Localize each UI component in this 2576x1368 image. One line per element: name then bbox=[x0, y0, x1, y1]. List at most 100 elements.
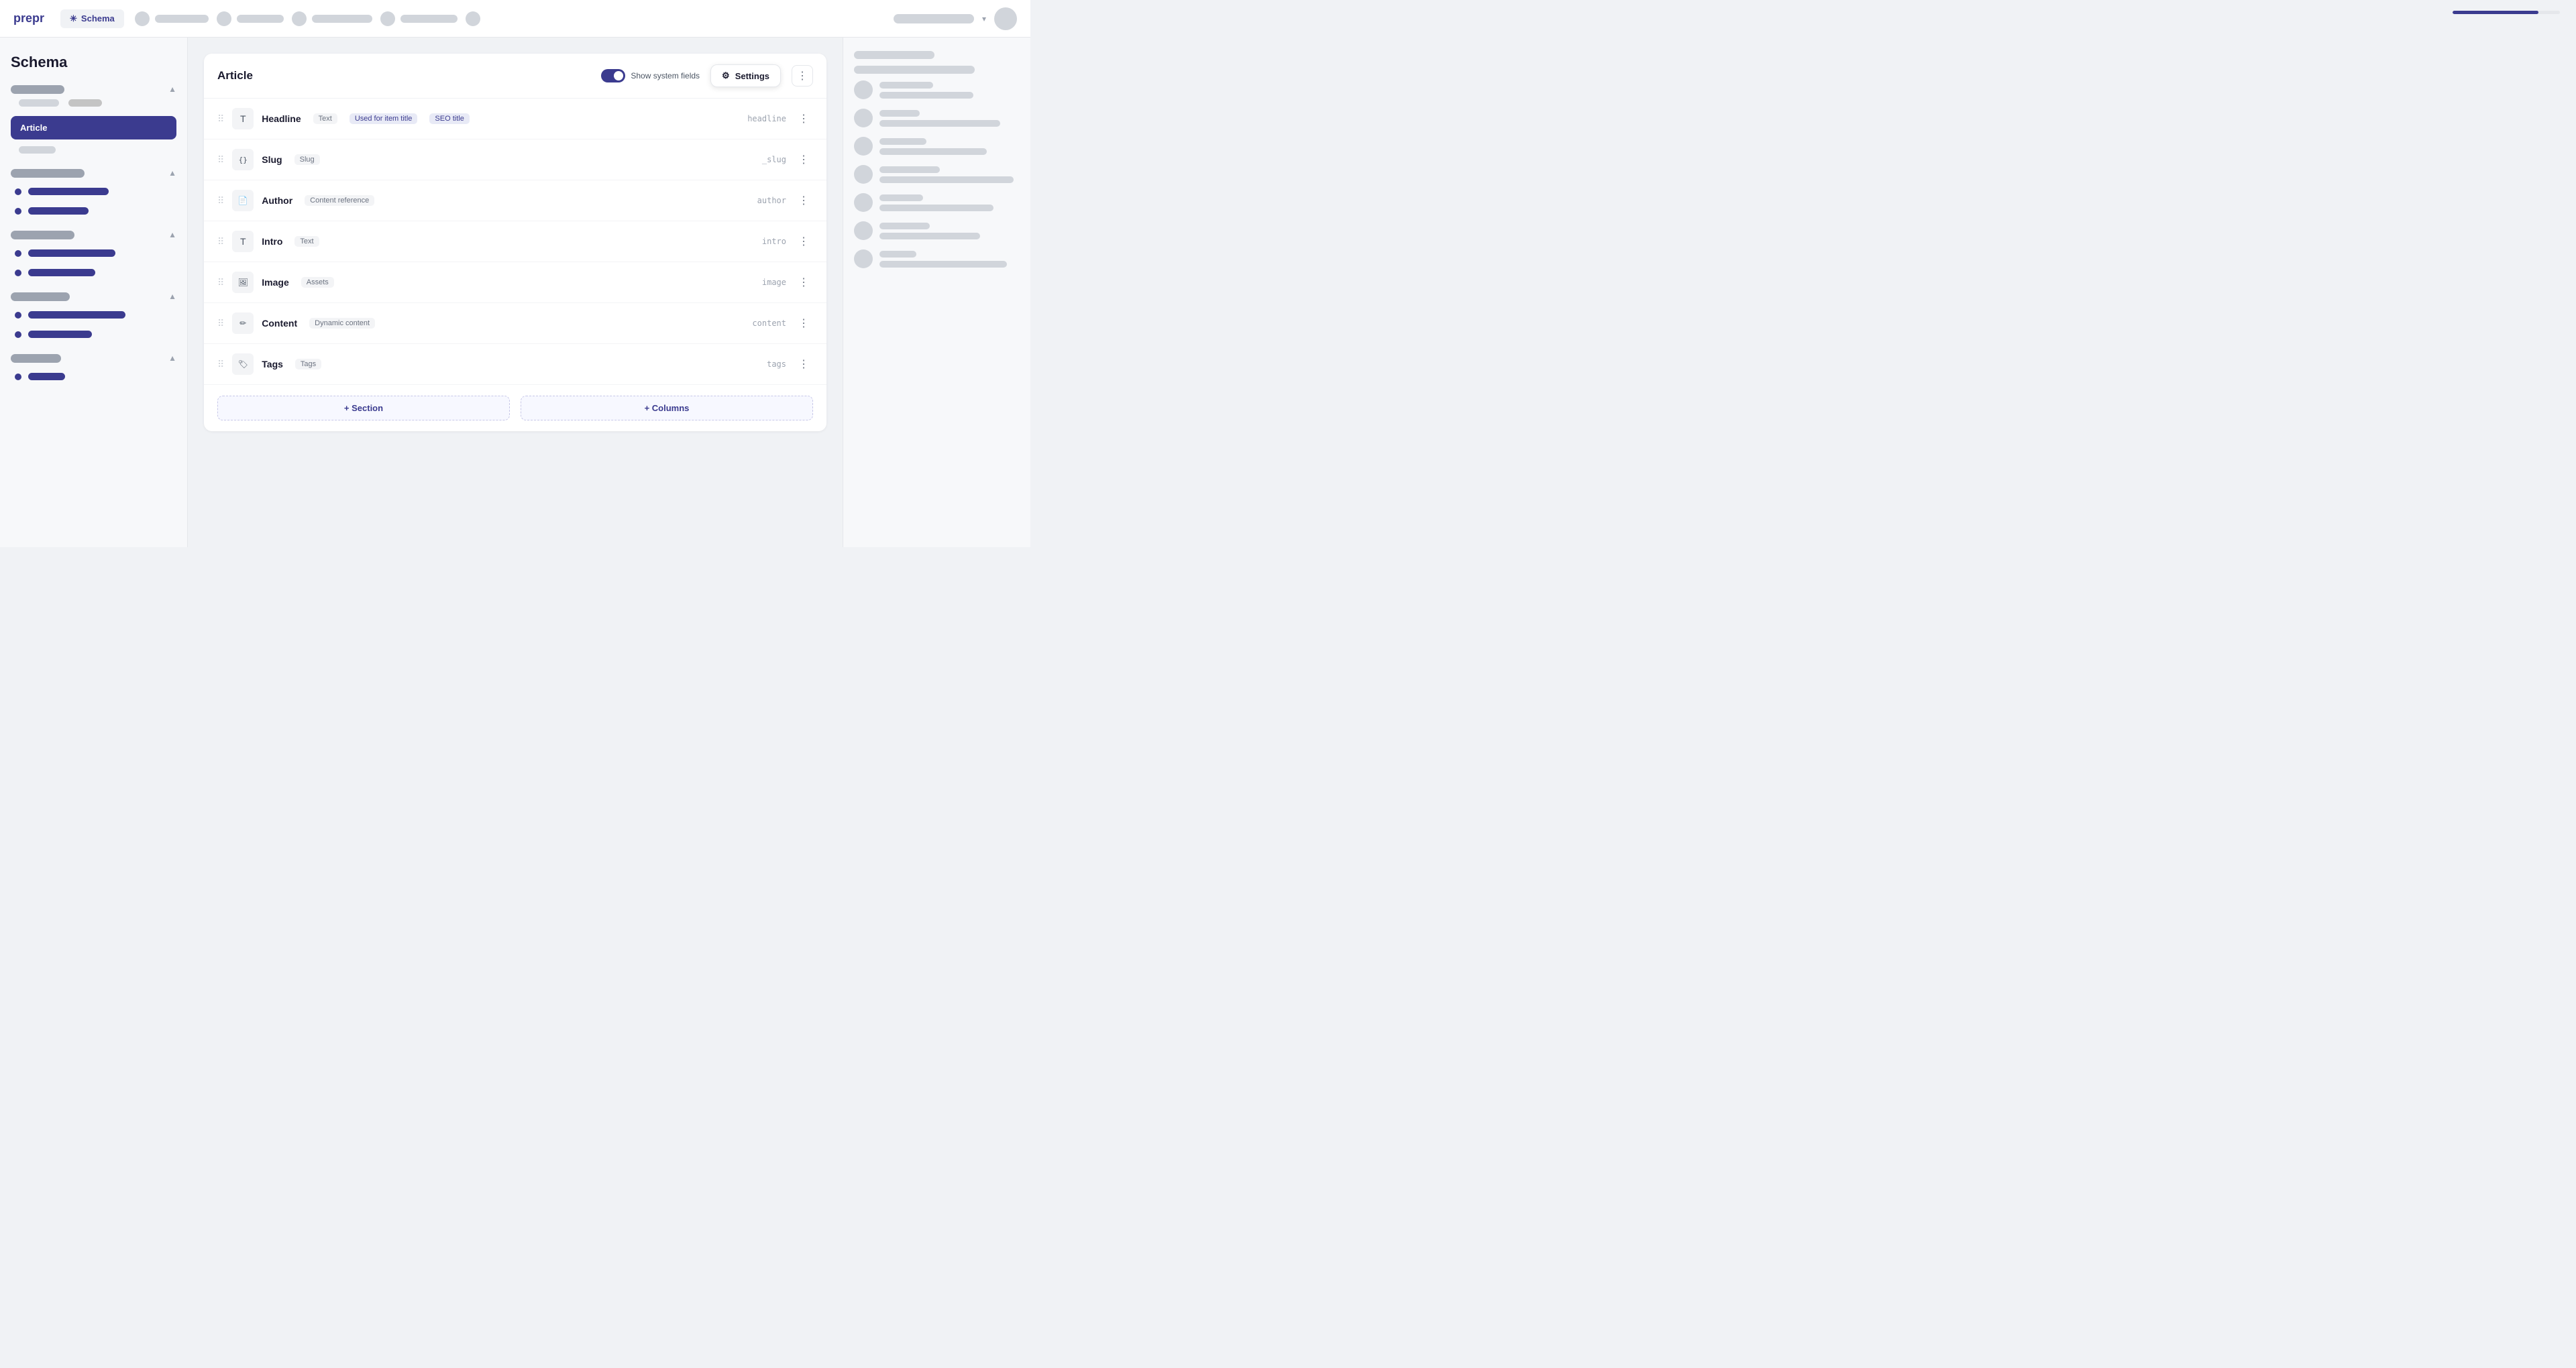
logo-text: prepr bbox=[13, 11, 44, 25]
settings-button[interactable]: ⚙ Settings bbox=[710, 64, 781, 87]
sidebar-nav-item-2[interactable] bbox=[11, 203, 176, 219]
field-icon-headline: T bbox=[232, 108, 254, 129]
sidebar-item-article[interactable]: Article bbox=[11, 116, 176, 139]
nav-pill-1[interactable] bbox=[135, 11, 209, 26]
nav-right: ▾ bbox=[894, 7, 1017, 30]
sidebar-nav-item-1[interactable] bbox=[11, 183, 176, 200]
sidebar-nav-item-4[interactable] bbox=[11, 264, 176, 281]
rp-line-3-2 bbox=[879, 148, 987, 155]
sidebar-chevron-2[interactable]: ▲ bbox=[168, 168, 176, 178]
sidebar-title: Schema bbox=[11, 54, 176, 71]
drag-handle-content[interactable]: ⠿ bbox=[217, 318, 224, 329]
field-badge-seo-title: SEO title bbox=[429, 113, 469, 124]
field-type-tags: Tags bbox=[295, 359, 321, 369]
rp-line-1-2 bbox=[879, 92, 973, 99]
rp-row-5 bbox=[854, 193, 1020, 212]
add-columns-button[interactable]: + Columns bbox=[521, 396, 813, 420]
sidebar-nav-bar-2 bbox=[28, 207, 89, 215]
sidebar: Schema ▲ Article ▲ bbox=[0, 38, 188, 547]
rp-lines-2 bbox=[879, 110, 1020, 127]
rp-line-2-2 bbox=[879, 120, 1000, 127]
rp-line-7-2 bbox=[879, 261, 1007, 268]
sidebar-section-3-header: ▲ bbox=[11, 230, 176, 239]
nav-pill-4[interactable] bbox=[380, 11, 458, 26]
field-name-tags: Tags bbox=[262, 359, 283, 369]
rp-bar-top bbox=[854, 51, 934, 59]
sidebar-chevron-3[interactable]: ▲ bbox=[168, 230, 176, 239]
drag-handle-tags[interactable]: ⠿ bbox=[217, 359, 224, 370]
field-type-intro: Text bbox=[294, 236, 319, 247]
drag-handle-slug[interactable]: ⠿ bbox=[217, 154, 224, 166]
field-icon-author: 📄 bbox=[232, 190, 254, 211]
field-more-author[interactable]: ⋮ bbox=[794, 191, 813, 210]
field-more-intro[interactable]: ⋮ bbox=[794, 232, 813, 251]
rp-line-5-2 bbox=[879, 205, 994, 211]
nav-tab-schema[interactable]: ✳ Schema bbox=[60, 9, 124, 28]
schema-panel: Article Show system fields ⚙ Settings ⋮ … bbox=[204, 54, 826, 431]
nav-pill-bar-1 bbox=[155, 15, 209, 23]
sidebar-nav-dot-2 bbox=[15, 208, 21, 215]
nav-pills bbox=[135, 11, 883, 26]
nav-pill-dot-3 bbox=[292, 11, 307, 26]
sidebar-nav-bar-4 bbox=[28, 269, 95, 276]
field-row-author: ⠿ 📄 Author Content reference author ⋮ bbox=[204, 180, 826, 221]
sidebar-nav-dot-5 bbox=[15, 312, 21, 319]
sidebar-nav-item-7[interactable] bbox=[11, 368, 176, 385]
field-api-slug: _slug bbox=[762, 155, 786, 164]
sidebar-nav-item-6[interactable] bbox=[11, 326, 176, 343]
rp-lines-1 bbox=[879, 82, 1020, 99]
sidebar-section-2: ▲ bbox=[11, 168, 176, 219]
rp-line-4-2 bbox=[879, 176, 1014, 183]
field-icon-slug: {} bbox=[232, 149, 254, 170]
drag-handle-intro[interactable]: ⠿ bbox=[217, 236, 224, 247]
drag-handle-image[interactable]: ⠿ bbox=[217, 277, 224, 288]
sidebar-section-1-header: ▲ bbox=[11, 84, 176, 94]
field-name-headline: Headline bbox=[262, 113, 301, 124]
nav-pill-dot-4 bbox=[380, 11, 395, 26]
sidebar-sub-bar-1 bbox=[19, 99, 59, 107]
field-name-slug: Slug bbox=[262, 154, 282, 165]
field-more-tags[interactable]: ⋮ bbox=[794, 355, 813, 374]
drag-handle-author[interactable]: ⠿ bbox=[217, 195, 224, 207]
field-api-intro: intro bbox=[762, 237, 786, 246]
chevron-down-icon[interactable]: ▾ bbox=[982, 14, 986, 23]
sidebar-chevron-1[interactable]: ▲ bbox=[168, 84, 176, 94]
schema-panel-footer: + Section + Columns bbox=[204, 385, 826, 431]
sidebar-nav-item-3[interactable] bbox=[11, 245, 176, 262]
sidebar-nav-dot-3 bbox=[15, 250, 21, 257]
field-api-image: image bbox=[762, 278, 786, 287]
sidebar-chevron-5[interactable]: ▲ bbox=[168, 353, 176, 363]
more-options-button[interactable]: ⋮ bbox=[792, 65, 813, 87]
rp-avatar-7 bbox=[854, 249, 873, 268]
field-api-content: content bbox=[752, 319, 786, 328]
field-row-slug: ⠿ {} Slug Slug _slug ⋮ bbox=[204, 139, 826, 180]
add-section-button[interactable]: + Section bbox=[217, 396, 510, 420]
main-content: Article Show system fields ⚙ Settings ⋮ … bbox=[188, 38, 843, 547]
sidebar-nav-dot-6 bbox=[15, 331, 21, 338]
field-row-headline: ⠿ T Headline Text Used for item title SE… bbox=[204, 99, 826, 139]
sidebar-nav-item-5[interactable] bbox=[11, 306, 176, 323]
sidebar-nav-dot-4 bbox=[15, 270, 21, 276]
field-more-content[interactable]: ⋮ bbox=[794, 314, 813, 333]
rp-lines-6 bbox=[879, 223, 1020, 239]
field-more-headline[interactable]: ⋮ bbox=[794, 109, 813, 128]
sidebar-chevron-4[interactable]: ▲ bbox=[168, 292, 176, 301]
rp-line-7-1 bbox=[879, 251, 916, 258]
show-system-fields-toggle[interactable] bbox=[601, 69, 625, 82]
rp-row-3 bbox=[854, 137, 1020, 156]
rp-avatar-5 bbox=[854, 193, 873, 212]
logo: prepr bbox=[13, 11, 44, 25]
avatar[interactable] bbox=[994, 7, 1017, 30]
sidebar-nav-bar-5 bbox=[28, 311, 125, 319]
field-icon-content: ✏ bbox=[232, 312, 254, 334]
toggle-label: Show system fields bbox=[631, 71, 700, 80]
rp-avatar-1 bbox=[854, 80, 873, 99]
field-more-slug[interactable]: ⋮ bbox=[794, 150, 813, 169]
field-badge-item-title: Used for item title bbox=[350, 113, 418, 124]
drag-handle-headline[interactable]: ⠿ bbox=[217, 113, 224, 125]
rp-line-1-1 bbox=[879, 82, 933, 89]
nav-pill-dot-5 bbox=[466, 11, 480, 26]
field-more-image[interactable]: ⋮ bbox=[794, 273, 813, 292]
nav-pill-2[interactable] bbox=[217, 11, 284, 26]
nav-pill-3[interactable] bbox=[292, 11, 372, 26]
